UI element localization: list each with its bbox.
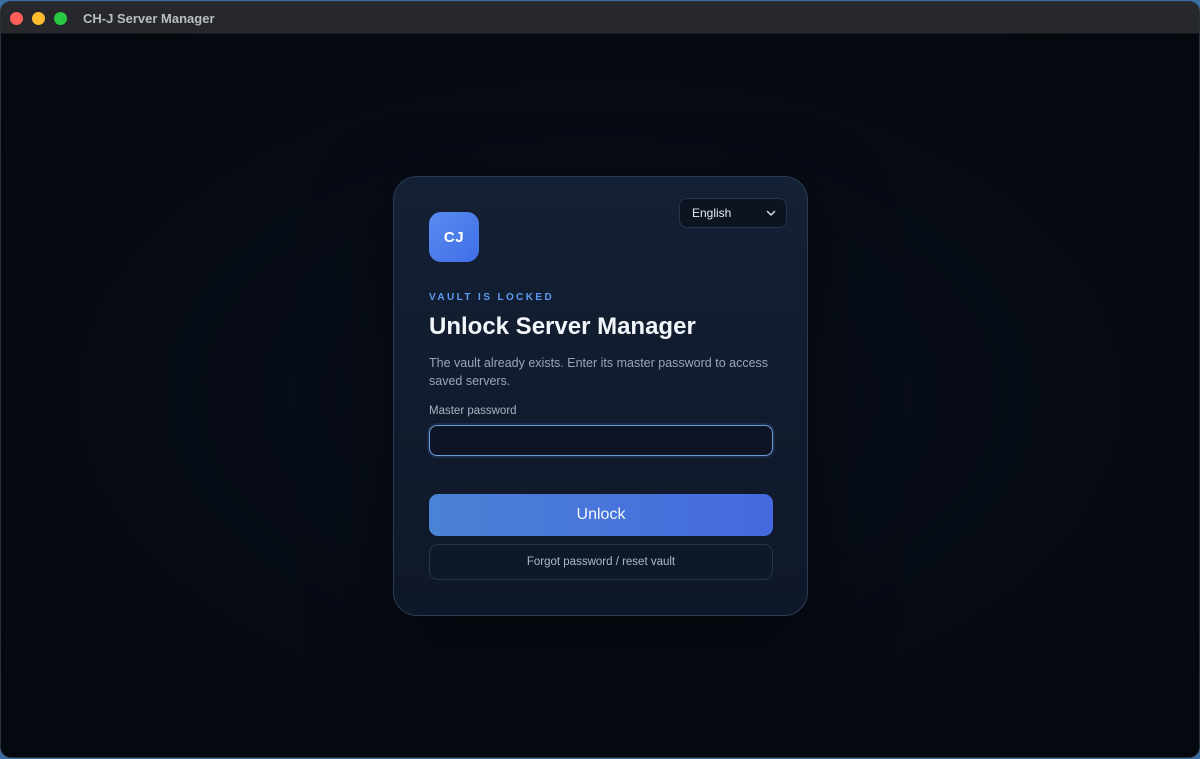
unlock-button[interactable]: Unlock [429, 494, 773, 536]
window-title: CH-J Server Manager [83, 11, 215, 26]
reset-vault-button[interactable]: Forgot password / reset vault [429, 544, 773, 580]
language-select[interactable]: English [679, 198, 787, 228]
main-content: CJ English VAULT IS LOCKED Unlock Server… [1, 34, 1199, 757]
vault-status-label: VAULT IS LOCKED [429, 292, 555, 303]
maximize-window-button[interactable] [54, 12, 67, 25]
description-text: The vault already exists. Enter its mast… [429, 356, 769, 388]
language-select-value: English [692, 206, 732, 220]
close-window-button[interactable] [10, 12, 23, 25]
app-window: CH-J Server Manager CJ English VAULT IS … [1, 2, 1199, 757]
app-logo: CJ [429, 212, 479, 262]
master-password-label: Master password [429, 405, 517, 417]
title-bar: CH-J Server Manager [1, 2, 1199, 34]
page-title: Unlock Server Manager [429, 313, 696, 340]
master-password-input[interactable] [429, 425, 773, 456]
chevron-down-icon [766, 210, 776, 216]
minimize-window-button[interactable] [32, 12, 45, 25]
unlock-card: CJ English VAULT IS LOCKED Unlock Server… [393, 176, 808, 616]
